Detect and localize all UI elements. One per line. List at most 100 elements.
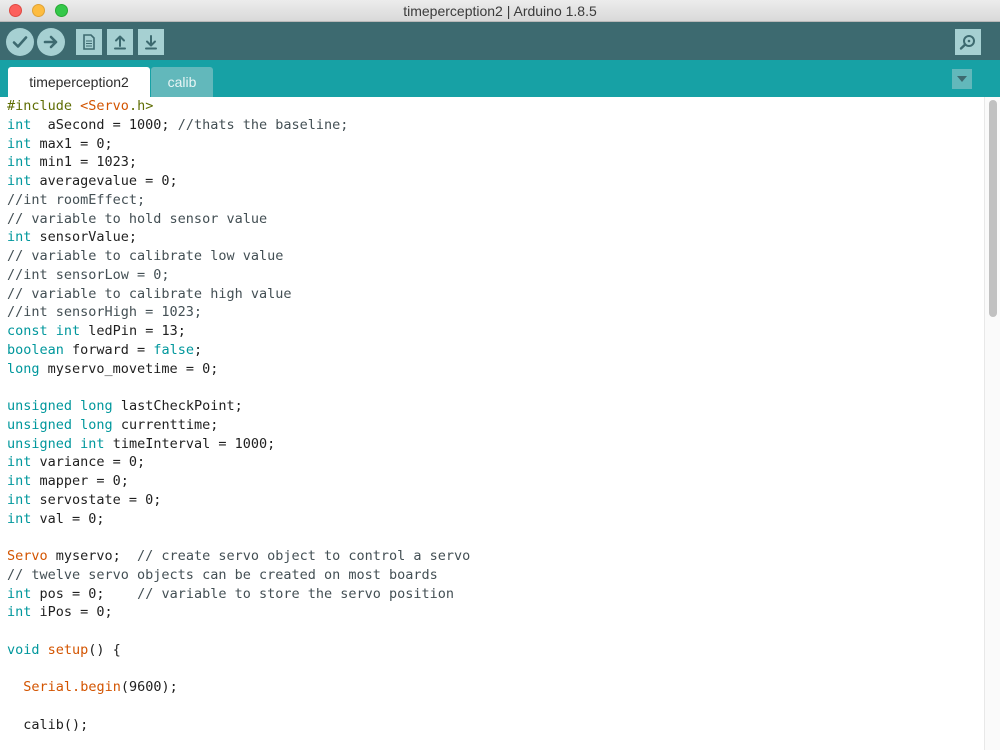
open-sketch-button[interactable]: [107, 29, 133, 55]
code-line[interactable]: int variance = 0;: [7, 453, 984, 472]
code-line[interactable]: [7, 528, 984, 547]
code-line[interactable]: //int roomEffect;: [7, 191, 984, 210]
code-token: int: [7, 173, 32, 189]
code-line[interactable]: int pos = 0; // variable to store the se…: [7, 585, 984, 604]
toolbar: [0, 22, 1000, 60]
code-line[interactable]: Servo myservo; // create servo object to…: [7, 547, 984, 566]
code-token: lastCheckPoint;: [112, 398, 243, 414]
tab-calib[interactable]: calib: [151, 67, 213, 97]
code-line[interactable]: int aSecond = 1000; //thats the baseline…: [7, 116, 984, 135]
code-line[interactable]: [7, 660, 984, 679]
code-token: // variable to calibrate low value: [7, 248, 284, 264]
code-line[interactable]: int val = 0;: [7, 510, 984, 529]
code-token: ledPin = 13;: [80, 323, 186, 339]
code-line[interactable]: calib();: [7, 716, 984, 735]
code-token: unsigned: [7, 435, 73, 452]
code-token: long: [80, 398, 113, 414]
code-line[interactable]: int iPos = 0;: [7, 603, 984, 622]
code-line[interactable]: boolean forward = false;: [7, 341, 984, 360]
code-token: int: [7, 491, 32, 508]
code-line[interactable]: int averagevalue = 0;: [7, 172, 984, 191]
code-token: int: [7, 510, 32, 527]
code-token: int: [80, 435, 105, 452]
upload-arrow-icon: [114, 35, 126, 50]
code-token: sensorValue;: [31, 229, 138, 246]
code-token: val = 0;: [31, 510, 105, 527]
code-line[interactable]: [7, 697, 984, 716]
code-token: begin: [80, 679, 121, 696]
code-token: //int roomEffect;: [7, 191, 146, 208]
code-line[interactable]: int servostate = 0;: [7, 491, 984, 510]
code-line[interactable]: unsigned int timeInterval = 1000;: [7, 435, 984, 454]
serial-monitor-button[interactable]: [955, 29, 981, 55]
code-line[interactable]: unsigned long lastCheckPoint;: [7, 397, 984, 416]
code-token: mapper = 0;: [31, 473, 129, 489]
code-token: setup: [47, 641, 89, 658]
code-line[interactable]: //int sensorLow = 0;: [7, 266, 984, 285]
code-line[interactable]: [7, 378, 984, 397]
code-token: averagevalue = 0;: [31, 173, 178, 189]
code-token: // variable to hold sensor value: [7, 210, 268, 227]
code-token: // twelve servo objects can be created o…: [7, 566, 438, 583]
code-line[interactable]: // twelve servo objects can be created o…: [7, 566, 984, 585]
code-line[interactable]: const int ledPin = 13;: [7, 322, 984, 341]
code-line[interactable]: #include <Servo.h>: [7, 97, 984, 116]
code-editor[interactable]: #include <Servo.h> int aSecond = 1000; //…: [0, 97, 984, 750]
code-line[interactable]: int min1 = 1023;: [7, 153, 984, 172]
new-file-icon: [83, 34, 95, 50]
code-token: int: [7, 229, 32, 246]
code-line[interactable]: unsigned long currenttime;: [7, 416, 984, 435]
vertical-scrollbar[interactable]: [984, 97, 1000, 750]
code-token: int: [7, 585, 32, 602]
code-line[interactable]: int sensorValue;: [7, 228, 984, 247]
code-line[interactable]: Serial.begin(9600);: [7, 678, 984, 697]
code-token: (9600);: [120, 679, 178, 696]
code-token: false: [153, 341, 194, 358]
code-line[interactable]: //int sensorHigh = 1023;: [7, 303, 984, 322]
code-text[interactable]: #include <Servo.h> int aSecond = 1000; //…: [0, 97, 984, 735]
code-line[interactable]: // variable to calibrate high value: [7, 285, 984, 304]
download-arrow-icon: [145, 35, 157, 50]
code-token: () {: [88, 641, 121, 658]
code-line[interactable]: int max1 = 0;: [7, 135, 984, 154]
magnifier-icon: [959, 35, 975, 50]
code-token: int: [7, 116, 32, 133]
code-token: long: [80, 416, 113, 433]
code-token: // variable to store the servo position: [137, 585, 455, 602]
code-line[interactable]: long myservo_movetime = 0;: [7, 360, 984, 379]
code-token: currenttime;: [112, 416, 219, 433]
code-token: aSecond = 1000;: [31, 116, 178, 133]
code-token: void: [7, 641, 40, 658]
code-token: ;: [193, 341, 203, 358]
code-token: forward =: [63, 341, 154, 358]
tab-menu-button[interactable]: [952, 69, 972, 89]
window-title: timeperception2 | Arduino 1.8.5: [403, 3, 597, 19]
code-line[interactable]: [7, 622, 984, 641]
code-line[interactable]: // variable to hold sensor value: [7, 210, 984, 229]
code-token: iPos = 0;: [31, 604, 113, 621]
checkmark-icon: [12, 36, 28, 48]
tab-timeperception2[interactable]: timeperception2: [8, 67, 150, 97]
new-sketch-button[interactable]: [76, 29, 102, 55]
code-token: int: [7, 454, 32, 471]
code-token: timeInterval = 1000;: [104, 435, 276, 452]
code-token: .: [72, 679, 81, 696]
code-line[interactable]: int mapper = 0;: [7, 472, 984, 491]
code-token: calib();: [7, 716, 89, 733]
code-line[interactable]: // variable to calibrate low value: [7, 247, 984, 266]
code-token: myservo;: [47, 548, 138, 564]
code-line[interactable]: void setup() {: [7, 641, 984, 660]
save-sketch-button[interactable]: [138, 29, 164, 55]
code-token: //int sensorLow = 0;: [7, 266, 170, 283]
code-token: servostate = 0;: [31, 491, 162, 508]
scrollbar-thumb[interactable]: [989, 100, 997, 317]
code-token: int: [55, 323, 81, 339]
code-token: //int sensorHigh = 1023;: [7, 304, 203, 321]
code-token: #include: [7, 98, 81, 114]
upload-button[interactable]: [37, 28, 65, 56]
verify-button[interactable]: [6, 28, 34, 56]
code-token: unsigned: [7, 398, 73, 414]
